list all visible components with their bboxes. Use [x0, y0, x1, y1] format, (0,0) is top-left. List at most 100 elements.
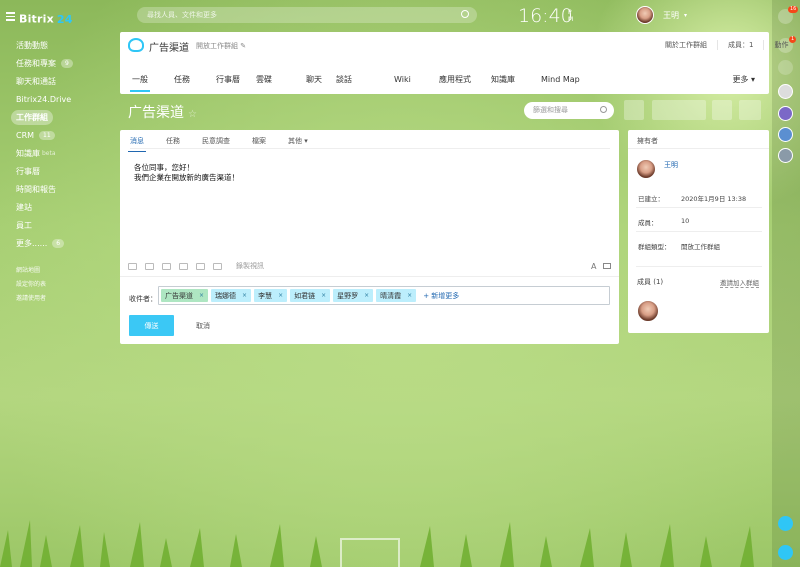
contact-avatar-4[interactable] — [778, 148, 793, 163]
post-tab[interactable]: 民意調查 — [202, 136, 230, 152]
sidebar-item[interactable]: 聊天和通話 — [16, 72, 116, 90]
phone-icon[interactable] — [778, 545, 793, 560]
group-name[interactable]: 广告渠道 — [149, 39, 189, 54]
sidebar-item[interactable]: CRM 11 — [16, 126, 116, 144]
open-line-icon[interactable] — [778, 516, 793, 531]
quote-icon[interactable] — [179, 262, 188, 270]
sidebar-item-label: 時間和報告 — [16, 184, 56, 194]
invite-link[interactable]: 邀請加入群組 — [720, 277, 759, 288]
owner-avatar[interactable] — [636, 159, 656, 179]
chat-button[interactable] — [712, 100, 732, 120]
star-icon[interactable]: ☆ — [188, 109, 197, 120]
sidebar-item[interactable]: 活動動態 — [16, 36, 116, 54]
sidebar-item[interactable]: 知識庫 beta — [16, 144, 116, 162]
attach-file-icon[interactable] — [128, 262, 137, 270]
sidebar-item[interactable]: Bitrix24.Drive — [16, 90, 116, 108]
owner-name[interactable]: 王明 — [664, 160, 678, 170]
remove-recipient-icon[interactable]: × — [199, 292, 204, 299]
send-button[interactable]: 傳送 — [129, 315, 174, 336]
filter-search-input[interactable]: 篩選和搜尋 — [524, 102, 614, 119]
add-more-recipients-link[interactable]: + 新增更多 — [423, 291, 459, 301]
recipient-chip[interactable]: 广告渠道 × — [161, 289, 209, 302]
tab[interactable]: Mind Map — [541, 66, 580, 92]
recipient-chip[interactable]: 星野罗 × — [333, 289, 374, 302]
sidebar-item[interactable]: 員工 — [16, 216, 116, 234]
remove-recipient-icon[interactable]: × — [321, 292, 326, 299]
sidebar-item[interactable]: 任務和專案 9 — [16, 54, 116, 72]
hashtag-icon[interactable] — [213, 262, 222, 270]
sidebar-small-link[interactable]: 邀請使用者 — [16, 290, 116, 304]
notification-bell-button[interactable] — [739, 100, 761, 120]
avatar[interactable] — [636, 6, 654, 24]
remove-recipient-icon[interactable]: × — [364, 292, 369, 299]
cancel-button[interactable]: 取消 — [196, 321, 210, 331]
contact-avatar-3[interactable] — [778, 127, 793, 142]
recipients-field[interactable]: 广告渠道 × 瑞娜德 × 李慧 × 如君链 × 星野罗 × 晴清霞 × + 新增更多 — [158, 286, 610, 305]
post-tab[interactable]: 檔案 — [252, 136, 266, 152]
mention-icon[interactable] — [196, 262, 205, 270]
user-menu[interactable]: 王明 ▾ — [636, 6, 687, 24]
record-video-button[interactable]: 錄製視訊 — [236, 261, 264, 271]
menu-burger-icon[interactable] — [6, 10, 15, 23]
tab[interactable]: 聊天 — [306, 66, 322, 92]
clock[interactable]: 16:40 — [518, 5, 573, 27]
contact-avatar-2[interactable] — [778, 106, 793, 121]
recipient-chip[interactable]: 晴清霞 × — [376, 289, 417, 302]
actions-link[interactable]: 動作 — [764, 40, 798, 50]
member-avatar[interactable] — [637, 300, 659, 322]
search-icon[interactable] — [461, 10, 469, 18]
chevron-down-icon[interactable]: ▾ — [684, 12, 687, 19]
pencil-icon[interactable]: ✎ — [240, 42, 246, 50]
tab[interactable]: 一般 — [130, 66, 150, 92]
video-icon[interactable] — [162, 262, 171, 270]
sidebar-item[interactable]: 時間和報告 — [16, 180, 116, 198]
tab[interactable]: 雲碟 — [256, 66, 272, 92]
tab[interactable]: Wiki — [394, 66, 411, 92]
link-icon[interactable] — [145, 262, 154, 270]
search-rail-icon[interactable] — [778, 60, 793, 75]
tab[interactable]: 行事曆 — [216, 66, 240, 92]
sidebar-item[interactable]: 更多...... 6 — [16, 234, 116, 252]
sidebar-item[interactable]: 工作群組 — [11, 108, 116, 126]
divider — [636, 266, 762, 267]
count-badge: 6 — [52, 238, 65, 248]
post-tab[interactable]: 消息 — [128, 136, 146, 152]
post-tab[interactable]: 其他 ▾ — [288, 136, 308, 152]
search-input[interactable]: 尋找人員、文件和更多 — [137, 7, 477, 23]
settings-gear-button[interactable] — [624, 100, 644, 120]
tab[interactable]: 應用程式 — [439, 66, 471, 92]
group-type-label: 群組類型： — [638, 243, 671, 251]
post-tab[interactable]: 任務 — [166, 136, 180, 152]
group-type[interactable]: 開放工作群組 ✎ — [196, 41, 246, 51]
remove-recipient-icon[interactable]: × — [407, 292, 412, 299]
sidebar-item[interactable]: 建站 — [16, 198, 116, 216]
sidebar-small-link[interactable]: 設定你的表 — [16, 276, 116, 290]
sidebar-item-label: 員工 — [16, 220, 32, 230]
message-line: 我們企業在開放新的廣告渠道！ — [134, 173, 239, 182]
logo[interactable]: Bitrix 24 — [6, 10, 73, 26]
members-section-title[interactable]: 成員 (1) — [637, 277, 663, 287]
font-format-icon[interactable]: A — [591, 262, 596, 271]
user-name[interactable]: 王明 — [663, 10, 679, 21]
recipient-name: 瑞娜德 — [215, 291, 237, 300]
remove-recipient-icon[interactable]: × — [278, 292, 283, 299]
post-tabs: 消息 任務 民意調查 檔案 其他 ▾ — [128, 136, 330, 152]
tab[interactable]: 任務 — [174, 66, 190, 92]
tab[interactable]: 談話 — [336, 66, 352, 92]
members-link[interactable]: 成員：1 — [718, 40, 765, 50]
tabs-more-button[interactable]: 更多 ▾ — [732, 74, 755, 85]
contact-avatar-1[interactable] — [778, 84, 793, 99]
subscribe-button[interactable] — [652, 100, 706, 120]
toolbar-toggle-icon[interactable] — [603, 263, 612, 269]
tab[interactable]: 知識庫 — [491, 66, 515, 92]
message-editor[interactable]: 各位同事，您好！ 我們企業在開放新的廣告渠道！ — [134, 163, 239, 183]
sidebar-small-link[interactable]: 網站地圖 — [16, 262, 116, 276]
sidebar-item[interactable]: 行事曆 — [16, 162, 116, 180]
remove-recipient-icon[interactable]: × — [242, 292, 247, 299]
search-icon[interactable] — [600, 106, 607, 113]
recipient-chip[interactable]: 瑞娜德 × — [211, 289, 252, 302]
recipient-chip[interactable]: 李慧 × — [254, 289, 288, 302]
about-group-link[interactable]: 關於工作群組 — [655, 40, 718, 50]
recipient-chip[interactable]: 如君链 × — [290, 289, 331, 302]
recipient-name: 如君链 — [294, 291, 316, 300]
